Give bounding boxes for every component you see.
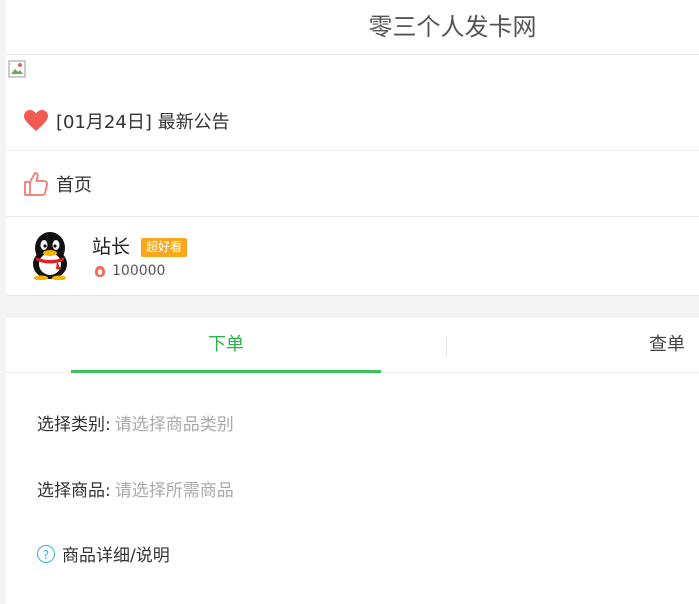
user-profile: 站长 超好看 100000 <box>6 218 699 294</box>
category-label: 选择类别: <box>37 415 111 435</box>
product-select[interactable]: 选择商品: 请选择所需商品 <box>37 476 234 501</box>
coin-balance: 100000 <box>94 263 165 279</box>
top-card: 零三个人发卡网 [01月24日] 最新公告 首页 站长 超好看 100000 <box>6 0 699 296</box>
broken-image-icon <box>8 60 26 78</box>
notice-label: [01月24日] 最新公告 <box>56 112 230 133</box>
order-panel: 下单 查单 选择类别: 请选择商品类别 选择商品: 请选择所需商品 ? 商品详细… <box>6 318 699 604</box>
coin-icon <box>95 265 105 277</box>
thumbs-up-icon <box>23 171 49 197</box>
tab-divider <box>446 336 447 356</box>
detail-label: 商品详细/说明 <box>62 546 170 566</box>
user-badge: 超好看 <box>141 238 188 257</box>
qq-penguin-avatar <box>33 232 67 280</box>
home-label: 首页 <box>56 175 92 196</box>
category-select[interactable]: 选择类别: 请选择商品类别 <box>37 410 234 435</box>
user-name: 站长 <box>92 236 131 258</box>
question-icon: ? <box>37 544 55 563</box>
coin-value: 100000 <box>112 263 166 279</box>
site-title: 零三个人发卡网 <box>6 0 699 55</box>
home-link[interactable]: 首页 <box>6 152 699 217</box>
tab-query[interactable]: 查单 <box>649 318 685 372</box>
product-placeholder[interactable]: 请选择所需商品 <box>115 476 234 501</box>
product-label: 选择商品: <box>37 481 111 501</box>
order-tabs: 下单 查单 <box>6 318 699 373</box>
category-placeholder[interactable]: 请选择商品类别 <box>115 410 234 435</box>
heart-icon <box>23 108 49 134</box>
notice-link[interactable]: [01月24日] 最新公告 <box>6 92 699 151</box>
product-detail-link[interactable]: ? 商品详细/说明 <box>37 541 170 566</box>
tab-order[interactable]: 下单 <box>71 318 381 373</box>
